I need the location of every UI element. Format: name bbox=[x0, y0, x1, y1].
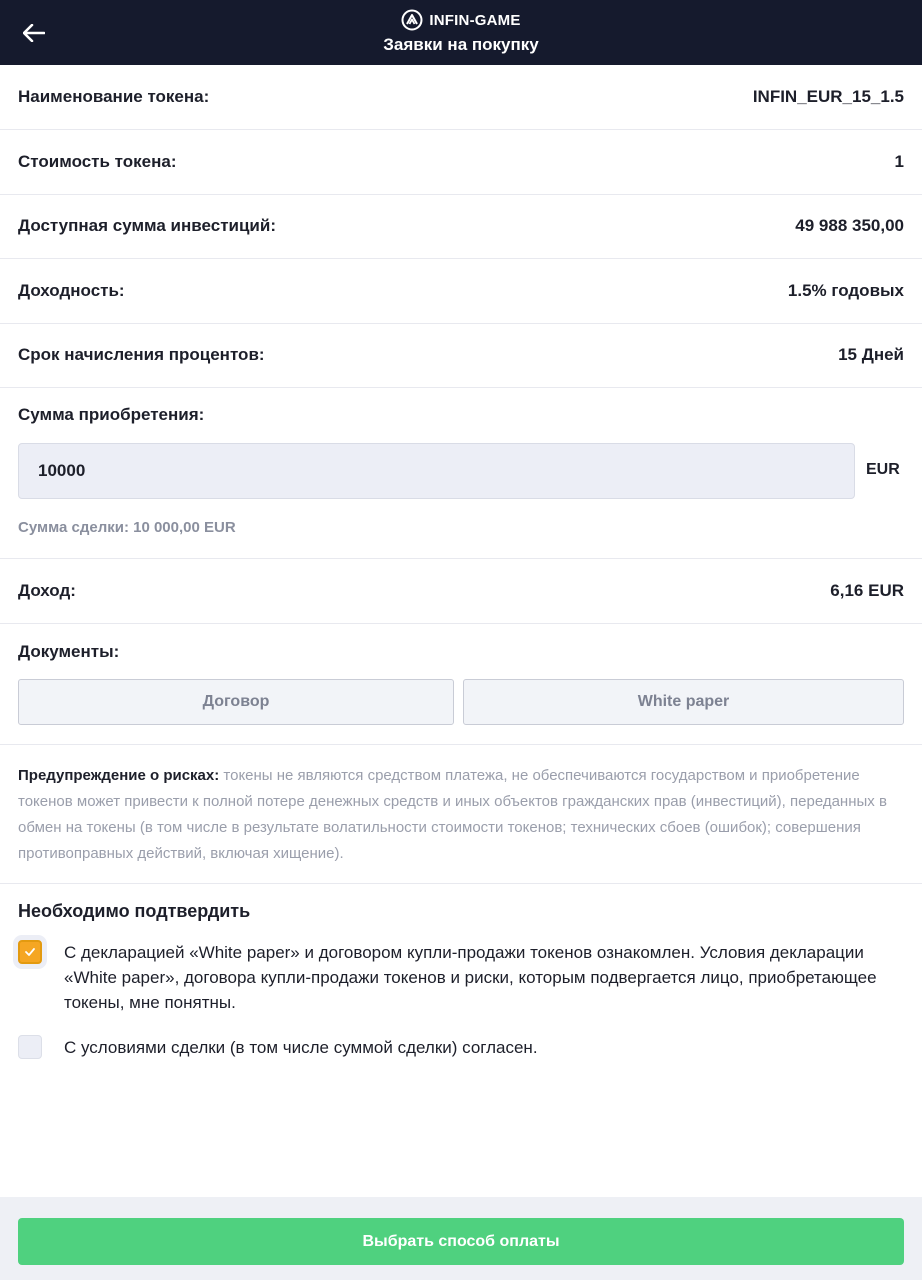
detail-label: Стоимость токена: bbox=[18, 152, 177, 171]
brand: INFIN-GAME bbox=[0, 9, 922, 31]
risk-warning: Предупреждение о рисках: токены не являю… bbox=[18, 763, 908, 867]
detail-label: Срок начисления процентов: bbox=[18, 345, 265, 364]
detail-row-token-name: Наименование токена: INFIN_EUR_15_1.5 bbox=[0, 65, 922, 130]
app-header: INFIN-GAME Заявки на покупку bbox=[0, 0, 922, 65]
checkmark-icon bbox=[25, 948, 35, 956]
confirmation-title: Необходимо подтвердить bbox=[18, 901, 251, 921]
detail-row-interest-term: Срок начисления процентов: 15 Дней bbox=[0, 323, 922, 388]
purchase-amount-label: Сумма приобретения: bbox=[18, 405, 205, 424]
page-title: Заявки на покупку bbox=[383, 35, 539, 54]
detail-label: Доходность: bbox=[18, 281, 125, 300]
risk-warning-title: Предупреждение о рисках: bbox=[18, 767, 220, 784]
divider bbox=[0, 744, 922, 745]
detail-row-yield: Доходность: 1.5% годовых bbox=[0, 259, 922, 324]
whitepaper-button[interactable]: White paper bbox=[463, 679, 904, 725]
income-row: Доход: 6,16 EUR bbox=[0, 559, 922, 624]
brand-logo-icon bbox=[401, 9, 423, 31]
confirm-documents-checkbox[interactable] bbox=[18, 940, 42, 964]
confirm-documents-text: С декларацией «White paper» и договором … bbox=[64, 943, 877, 1012]
detail-value: 49 988 350,00 bbox=[795, 216, 904, 235]
purchase-amount-input[interactable] bbox=[18, 443, 855, 499]
confirm-terms-text: С условиями сделки (в том числе суммой с… bbox=[64, 1038, 538, 1057]
brand-name: INFIN-GAME bbox=[429, 11, 521, 29]
detail-label: Доступная сумма инвестиций: bbox=[18, 216, 276, 235]
contract-button[interactable]: Договор bbox=[18, 679, 454, 725]
deal-sum-text: Сумма сделки: 10 000,00 EUR bbox=[18, 519, 236, 536]
detail-value: 1 bbox=[894, 152, 904, 171]
income-label: Доход: bbox=[18, 581, 76, 600]
currency-label: EUR bbox=[866, 461, 900, 478]
divider bbox=[0, 883, 922, 884]
detail-row-available-sum: Доступная сумма инвестиций: 49 988 350,0… bbox=[0, 194, 922, 259]
detail-value: INFIN_EUR_15_1.5 bbox=[752, 87, 904, 106]
detail-label: Наименование токена: bbox=[18, 87, 210, 106]
detail-row-token-price: Стоимость токена: 1 bbox=[0, 130, 922, 195]
detail-value: 15 Дней bbox=[838, 345, 904, 364]
detail-value: 1.5% годовых bbox=[787, 281, 904, 300]
income-value: 6,16 EUR bbox=[830, 581, 904, 600]
documents-label: Документы: bbox=[18, 642, 120, 661]
confirm-terms-checkbox[interactable] bbox=[18, 1035, 42, 1059]
choose-payment-method-button[interactable]: Выбрать способ оплаты bbox=[18, 1218, 904, 1265]
